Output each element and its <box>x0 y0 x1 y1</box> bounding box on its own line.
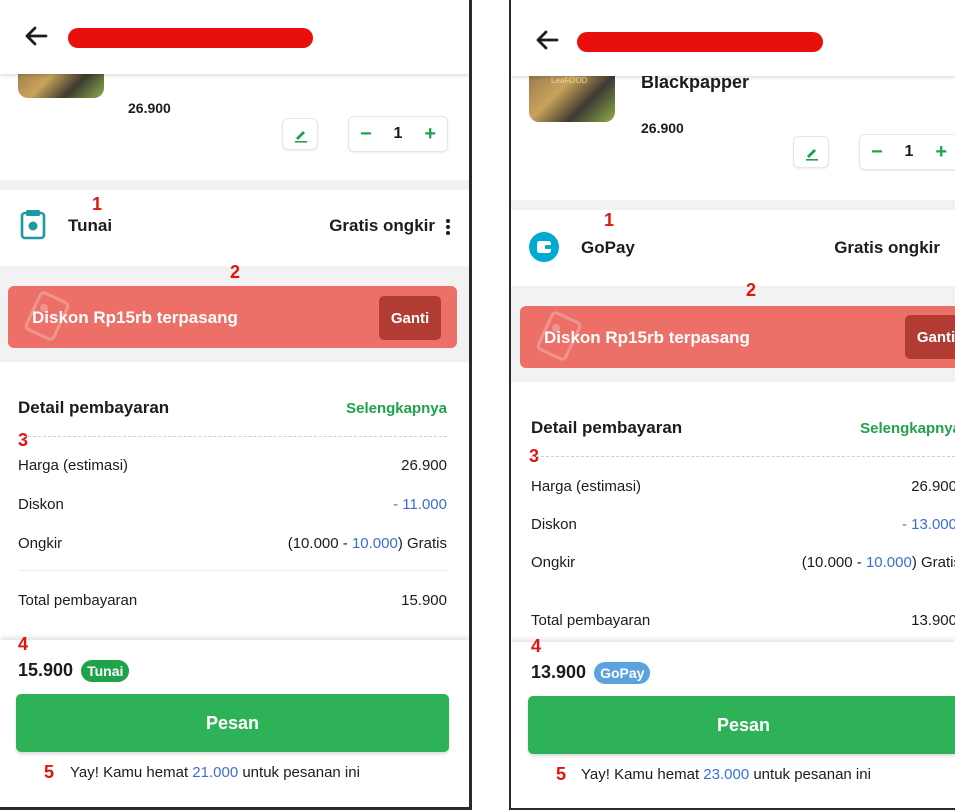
redacted-title <box>577 32 823 52</box>
edit-note-button[interactable] <box>793 136 829 168</box>
order-button[interactable]: Pesan <box>16 694 449 752</box>
payment-method-name: Tunai <box>68 216 113 235</box>
annotation-marker-4: 4 <box>18 634 29 654</box>
ongkir-value: (10.000 - 10.000) Gratis <box>287 535 447 552</box>
checkout-footer: 4 15.900 Tunai Pesan 5 Yay! Kamu hemat 2… <box>0 634 469 807</box>
payment-method-row[interactable]: Tunai Gratis ongkir 1 <box>0 190 469 262</box>
minus-icon[interactable]: − <box>360 124 372 144</box>
checkout-screen-tunai: 26.900 − 1 + Tunai Gratis ongkir 1 2 Dis… <box>0 0 472 810</box>
quantity-stepper[interactable]: − 1 + <box>348 116 448 152</box>
app-header <box>511 0 955 76</box>
price-label: Harga (estimasi) <box>18 457 129 474</box>
order-item: 26.900 − 1 + <box>0 68 469 180</box>
see-more-link[interactable]: Selengkapnya <box>860 420 955 437</box>
checkout-screen-gopay: LeaFOOD Blackpapper 26.900 − 1 + GoPay G… <box>511 0 955 810</box>
price-value: 26.900 <box>911 478 955 495</box>
annotation-marker-5: 5 <box>44 762 55 782</box>
cash-icon <box>20 210 46 240</box>
annotation-marker-3: 3 <box>18 430 29 450</box>
change-promo-button[interactable]: Ganti <box>905 315 955 359</box>
edit-note-button[interactable] <box>282 118 318 150</box>
promo-text: Diskon Rp15rb terpasang <box>544 328 750 347</box>
footer-total: 13.900 GoPay <box>531 662 651 685</box>
total-value: 13.900 <box>911 612 955 629</box>
promo-banner[interactable]: Diskon Rp15rb terpasang Ganti <box>8 286 457 348</box>
annotation-marker-4: 4 <box>531 636 542 656</box>
footer-total-amount: 13.900 <box>531 662 587 682</box>
footer-total: 15.900 Tunai <box>18 660 130 683</box>
minus-icon[interactable]: − <box>871 142 883 162</box>
payment-details: Detail pembayaran Selengkapnya 3 Harga (… <box>0 372 469 640</box>
discount-value: - 13.000 <box>901 516 955 533</box>
discount-label: Diskon <box>531 516 577 533</box>
food-thumbnail: LeaFOOD <box>529 74 615 122</box>
see-more-link[interactable]: Selengkapnya <box>346 400 447 417</box>
promo-section: 2 Diskon Rp15rb terpasang Ganti <box>511 280 955 382</box>
payment-badge: Tunai <box>81 660 130 683</box>
divider <box>531 456 955 457</box>
change-promo-button[interactable]: Ganti <box>379 296 441 340</box>
quantity-value: 1 <box>904 143 914 160</box>
savings-message: Yay! Kamu hemat 23.000 untuk pesanan ini <box>581 766 871 783</box>
annotation-marker-5: 5 <box>556 764 567 784</box>
annotation-marker-1: 1 <box>92 194 103 214</box>
ongkir-label: Ongkir <box>531 554 576 571</box>
item-price: 26.900 <box>641 120 684 136</box>
annotation-marker-2: 2 <box>746 280 757 300</box>
price-value: 26.900 <box>401 457 447 474</box>
back-arrow-icon[interactable] <box>22 22 50 50</box>
payment-method-name: GoPay <box>581 238 635 257</box>
item-price: 26.900 <box>128 100 171 116</box>
payment-details: Detail pembayaran Selengkapnya 3 Harga (… <box>511 392 955 642</box>
promo-banner[interactable]: Diskon Rp15rb terpasang Ganti <box>520 306 955 368</box>
kebab-menu-icon[interactable] <box>445 218 451 236</box>
promo-section: 2 Diskon Rp15rb terpasang Ganti <box>0 262 469 362</box>
savings-message: Yay! Kamu hemat 21.000 untuk pesanan ini <box>70 764 360 781</box>
gopay-wallet-icon <box>529 232 559 262</box>
app-header <box>0 0 469 74</box>
discount-label: Diskon <box>18 496 64 513</box>
shipping-label: Gratis ongkir <box>329 216 435 235</box>
pencil-icon <box>295 131 307 143</box>
ongkir-value: (10.000 - 10.000) Gratis <box>801 554 955 571</box>
quantity-value: 1 <box>393 125 403 142</box>
divider <box>18 570 447 571</box>
discount-value: - 11.000 <box>393 496 447 513</box>
plus-icon[interactable]: + <box>935 142 947 162</box>
order-button[interactable]: Pesan <box>528 696 955 754</box>
total-label: Total pembayaran <box>18 592 138 609</box>
redacted-title <box>68 28 313 48</box>
promo-text: Diskon Rp15rb terpasang <box>32 308 238 327</box>
divider <box>18 436 447 437</box>
separator <box>511 200 955 210</box>
total-value: 15.900 <box>401 592 447 609</box>
total-label: Total pembayaran <box>531 612 651 629</box>
footer-total-amount: 15.900 <box>18 660 74 680</box>
ongkir-label: Ongkir <box>18 535 63 552</box>
annotation-marker-1: 1 <box>604 210 615 230</box>
plus-icon[interactable]: + <box>424 124 436 144</box>
checkout-footer: 4 13.900 GoPay Pesan 5 Yay! Kamu hemat 2… <box>511 636 955 808</box>
payment-badge: GoPay <box>594 662 651 685</box>
payment-method-row[interactable]: GoPay Gratis ongkir 1 <box>511 210 955 286</box>
detail-title: Detail pembayaran <box>531 418 683 437</box>
separator <box>0 180 469 190</box>
price-label: Harga (estimasi) <box>531 478 642 495</box>
pencil-icon <box>806 149 818 161</box>
detail-title: Detail pembayaran <box>18 398 170 417</box>
annotation-marker-2: 2 <box>230 262 241 282</box>
quantity-stepper[interactable]: − 1 + <box>859 134 955 170</box>
order-item: LeaFOOD Blackpapper 26.900 − 1 + <box>511 72 955 200</box>
shipping-label: Gratis ongkir <box>834 238 940 257</box>
back-arrow-icon[interactable] <box>533 26 561 54</box>
